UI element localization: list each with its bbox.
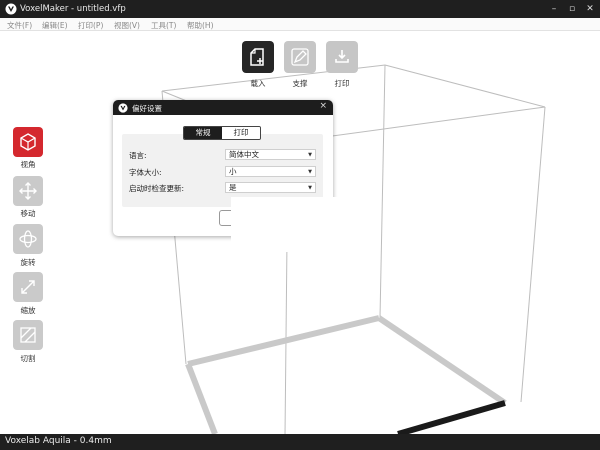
menu-file[interactable]: 文件(F) bbox=[7, 20, 32, 31]
close-button[interactable]: ✕ bbox=[583, 3, 597, 15]
load-button[interactable] bbox=[242, 41, 274, 73]
move-button[interactable] bbox=[13, 176, 43, 206]
load-label: 载入 bbox=[250, 79, 266, 88]
dialog-close-button[interactable]: × bbox=[319, 101, 327, 111]
rotate-label: 旋转 bbox=[20, 258, 36, 267]
cut-label: 切割 bbox=[20, 354, 36, 363]
voxelmaker-logo-icon bbox=[5, 3, 17, 15]
dialog-title: 偏好设置 bbox=[132, 104, 162, 113]
check-updates-value: 是 bbox=[229, 183, 237, 192]
load-file-icon bbox=[250, 48, 264, 66]
menu-edit[interactable]: 编辑(E) bbox=[42, 20, 68, 31]
status-bar: Voxelab Aquila - 0.4mm bbox=[0, 434, 600, 450]
scale-label: 缩放 bbox=[20, 306, 36, 315]
chevron-down-icon: ▼ bbox=[308, 152, 312, 158]
font-size-label: 字体大小: bbox=[129, 168, 162, 177]
menu-bar: 文件(F) 编辑(E) 打印(P) 视图(V) 工具(T) 帮助(H) bbox=[0, 18, 600, 31]
cut-icon bbox=[20, 327, 36, 343]
title-bar: VoxelMaker - untitled.vfp – ▫ ✕ bbox=[0, 0, 600, 18]
menu-print[interactable]: 打印(P) bbox=[78, 20, 103, 31]
printer-profile[interactable]: Voxelab Aquila - 0.4mm bbox=[5, 436, 112, 446]
maximize-button[interactable]: ▫ bbox=[565, 3, 579, 15]
move-arrows-icon bbox=[19, 182, 37, 200]
view-button[interactable] bbox=[13, 127, 43, 157]
view-label: 视角 bbox=[20, 160, 36, 169]
window-title: VoxelMaker - untitled.vfp bbox=[20, 4, 126, 14]
menu-view[interactable]: 视图(V) bbox=[114, 20, 140, 31]
print-icon bbox=[335, 50, 349, 63]
move-label: 移动 bbox=[20, 209, 36, 218]
print-label: 打印 bbox=[334, 79, 350, 88]
cut-button[interactable] bbox=[13, 320, 43, 350]
menu-help[interactable]: 帮助(H) bbox=[187, 20, 214, 31]
check-updates-label: 启动时检查更新: bbox=[129, 184, 185, 193]
print-button[interactable] bbox=[326, 41, 358, 73]
language-select[interactable]: 简体中文 ▼ bbox=[225, 149, 316, 160]
font-size-select[interactable]: 小 ▼ bbox=[225, 166, 316, 177]
support-label: 支撑 bbox=[292, 79, 308, 88]
view-cube-icon bbox=[20, 133, 36, 151]
support-button[interactable] bbox=[284, 41, 316, 73]
rotate-button[interactable] bbox=[13, 224, 43, 254]
dialog-tabs: 常规 打印 bbox=[183, 126, 261, 140]
check-updates-select[interactable]: 是 ▼ bbox=[225, 182, 316, 193]
chevron-down-icon: ▼ bbox=[308, 185, 312, 191]
tab-print[interactable]: 打印 bbox=[222, 127, 260, 139]
scale-icon bbox=[21, 280, 35, 294]
menu-tools[interactable]: 工具(T) bbox=[151, 20, 176, 31]
font-size-value: 小 bbox=[229, 167, 237, 176]
minimize-button[interactable]: – bbox=[547, 3, 561, 15]
language-label: 语言: bbox=[129, 151, 147, 160]
language-value: 简体中文 bbox=[229, 150, 259, 159]
tab-general[interactable]: 常规 bbox=[184, 127, 222, 139]
scale-button[interactable] bbox=[13, 272, 43, 302]
dialog-header[interactable]: 偏好设置 × bbox=[113, 100, 333, 115]
rotate-icon bbox=[19, 230, 37, 248]
support-pencil-icon bbox=[291, 48, 309, 66]
voxelmaker-logo-icon bbox=[118, 103, 128, 113]
blank-overlay bbox=[231, 197, 366, 252]
chevron-down-icon: ▼ bbox=[308, 169, 312, 175]
